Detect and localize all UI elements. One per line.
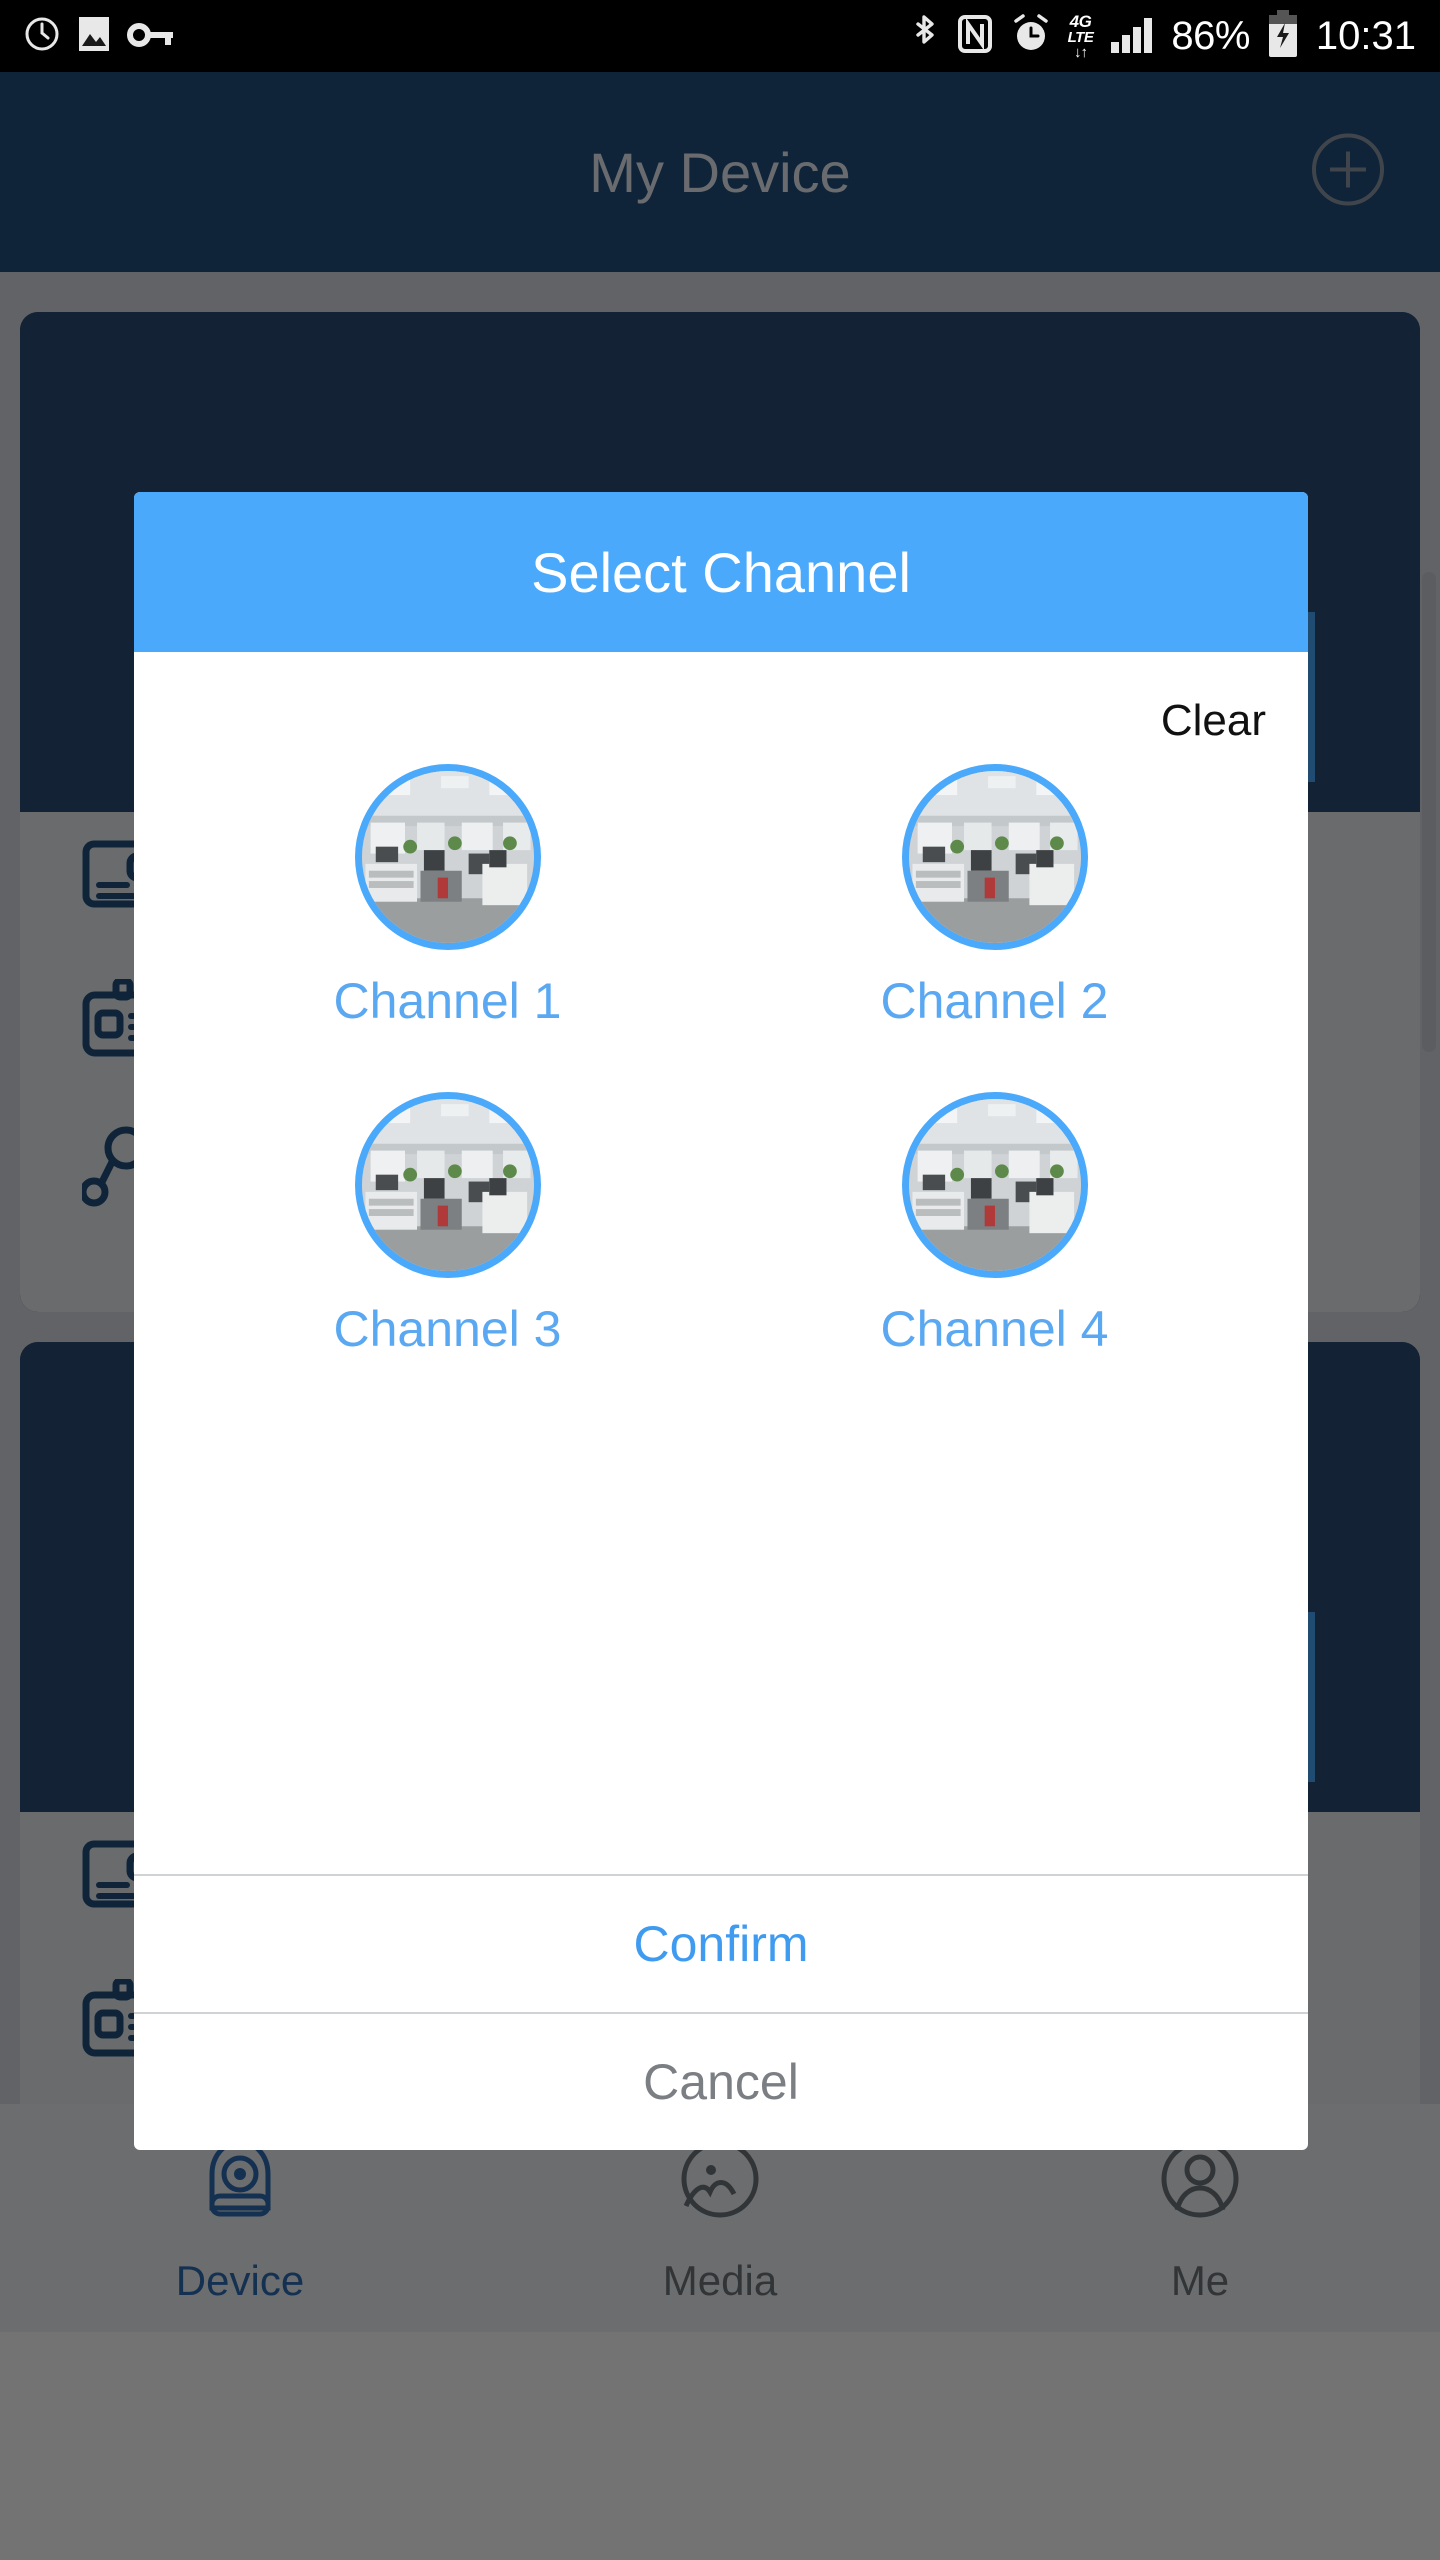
battery-percent-label: 86% [1171, 13, 1250, 58]
battery-charging-icon [1266, 9, 1300, 64]
screenshot-image-icon [76, 14, 112, 59]
dialog-header: Select Channel [134, 492, 1308, 652]
clear-button[interactable]: Clear [1161, 696, 1266, 746]
dialog-body: Clear Channel 1 Channel 2 Channel 3 Chan… [134, 652, 1308, 1874]
phone-screen: 4 Channel Device Media Me [0, 0, 1440, 2560]
dialog-title: Select Channel [531, 540, 911, 604]
channel-item-1[interactable]: Channel 1 [174, 764, 721, 1030]
4g-lte-icon: 4G LTE ↓↑ [1068, 13, 1094, 60]
alarm-icon [1010, 12, 1052, 61]
status-bar-right: 4G LTE ↓↑ 86% 10:31 [908, 9, 1440, 64]
channel-label: Channel 3 [333, 1301, 562, 1357]
channel-label: Channel 1 [333, 973, 562, 1029]
vpn-key-icon [126, 14, 176, 59]
channel-item-3[interactable]: Channel 3 [174, 1092, 721, 1358]
network-type-label: LTE [1067, 28, 1094, 46]
office-interior-thumbnail[interactable] [354, 1092, 541, 1278]
clear-row: Clear [134, 652, 1308, 746]
confirm-button[interactable]: Confirm [134, 1874, 1308, 2012]
channel-item-4[interactable]: Channel 4 [721, 1092, 1268, 1358]
signal-bars-icon [1109, 12, 1155, 61]
office-interior-thumbnail[interactable] [354, 764, 541, 950]
channel-label: Channel 4 [880, 1301, 1109, 1357]
cancel-button[interactable]: Cancel [134, 2012, 1308, 2150]
office-interior-thumbnail[interactable] [901, 764, 1088, 950]
status-bar: 4G LTE ↓↑ 86% 10:31 [0, 0, 1440, 72]
office-interior-thumbnail[interactable] [901, 1092, 1088, 1278]
dialog-actions: Confirm Cancel [134, 1874, 1308, 2150]
status-bar-left [0, 14, 176, 59]
clock-label: 10:31 [1315, 13, 1416, 58]
channel-label: Channel 2 [880, 973, 1109, 1029]
select-channel-dialog: Select Channel Clear Channel 1 Channel 2… [134, 492, 1308, 2150]
data-arrows: ↓↑ [1073, 43, 1088, 61]
channel-item-2[interactable]: Channel 2 [721, 764, 1268, 1030]
do-not-disturb-icon [22, 14, 62, 59]
bluetooth-icon [908, 12, 940, 61]
channel-grid: Channel 1 Channel 2 Channel 3 Channel 4 [134, 764, 1308, 1358]
network-gen-label: 4G [1069, 11, 1092, 31]
nfc-icon [956, 12, 994, 61]
